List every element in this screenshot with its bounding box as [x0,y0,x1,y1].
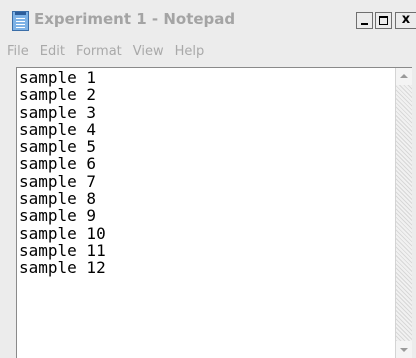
text-line: sample 5 [19,137,97,157]
text-line: sample 11 [19,240,106,260]
window-title: Experiment 1 - Notepad [34,10,236,28]
document-text[interactable]: sample 1 sample 2 sample 3 sample 4 samp… [19,69,395,277]
minimize-icon [361,23,368,25]
notepad-window: Experiment 1 - Notepad x File Edit Forma… [0,0,416,358]
vertical-scrollbar[interactable] [395,68,412,358]
close-icon: x [401,12,411,27]
scroll-down-arrow-icon [400,348,408,352]
text-line: sample 12 [19,258,106,278]
text-line: sample 2 [19,85,97,105]
text-line: sample 9 [19,206,97,226]
text-line: sample 6 [19,154,97,174]
menu-format[interactable]: Format [76,44,122,59]
text-line: sample 1 [19,68,97,87]
menu-bar: File Edit Format View Help [0,40,416,62]
title-bar[interactable]: Experiment 1 - Notepad x [0,0,416,40]
scroll-down-button[interactable] [396,341,412,358]
scroll-up-arrow-icon [400,74,408,78]
notepad-icon[interactable] [12,11,29,31]
menu-view[interactable]: View [133,44,164,59]
scroll-up-button[interactable] [396,68,412,85]
menu-file[interactable]: File [7,44,29,59]
menu-help[interactable]: Help [175,44,205,59]
text-line: sample 3 [19,102,97,122]
minimize-button[interactable] [356,12,373,29]
text-line: sample 7 [19,171,97,191]
close-button[interactable]: x [395,12,416,29]
menu-edit[interactable]: Edit [40,44,65,59]
maximize-button[interactable] [375,12,392,29]
text-editor[interactable]: sample 1 sample 2 sample 3 sample 4 samp… [16,67,412,358]
text-line: sample 8 [19,189,97,209]
text-line: sample 4 [19,119,97,139]
maximize-icon [379,16,388,25]
text-line: sample 10 [19,223,106,243]
